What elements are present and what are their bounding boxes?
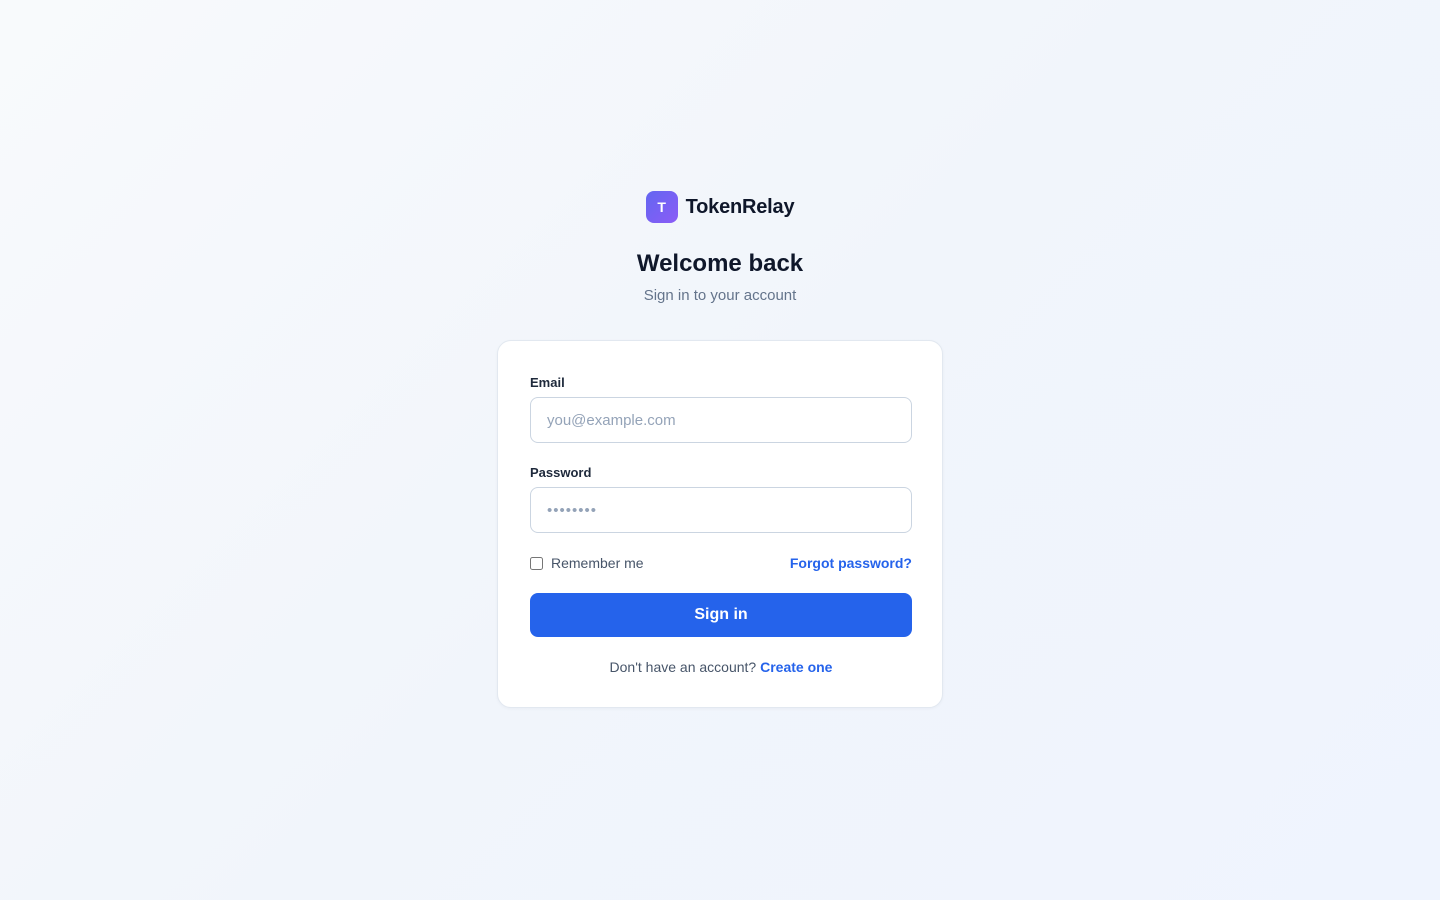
sign-in-button[interactable]: Sign in [530,593,912,637]
password-label: Password [530,465,592,480]
form-options-row: Remember me Forgot password? [530,553,912,573]
password-field[interactable] [530,487,912,533]
email-field[interactable] [530,397,912,443]
brand-header: T TokenRelay [0,191,1440,223]
brand-name: TokenRelay [685,195,795,218]
forgot-password-link[interactable]: Forgot password? [790,555,912,571]
page-title: Welcome back [636,250,804,277]
brand-logo-icon: T [645,191,678,223]
sign-in-card: Email Password Remember me Forgot passwo… [497,340,943,708]
email-label: Email [530,375,565,390]
page-subtitle: Sign in to your account [643,287,797,304]
remember-me-option[interactable]: Remember me [530,555,644,571]
brand-logo-letter: T [657,199,666,215]
signup-prompt: Don't have an account? Create one [530,657,912,677]
remember-me-label: Remember me [551,555,644,571]
signup-prompt-text: Don't have an account? [609,659,757,675]
create-account-link[interactable]: Create one [760,659,832,675]
remember-me-checkbox[interactable] [530,556,543,570]
